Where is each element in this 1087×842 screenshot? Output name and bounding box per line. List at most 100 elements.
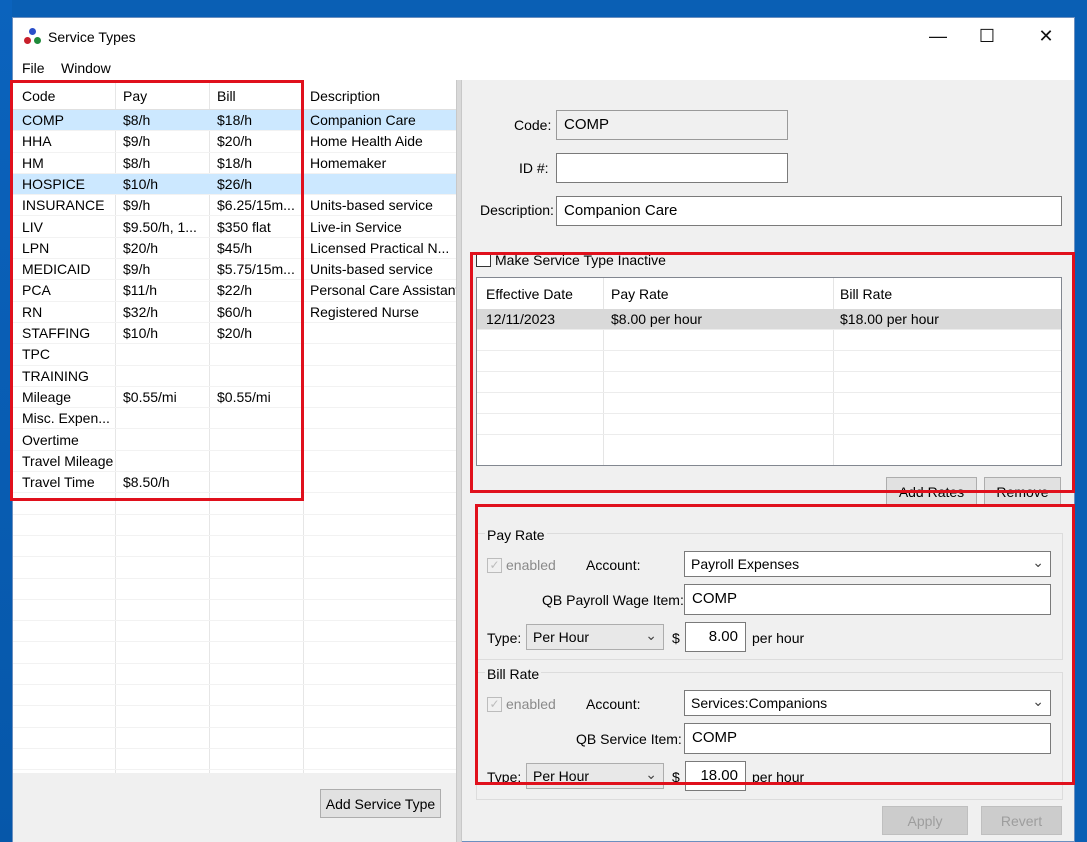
service-row-empty xyxy=(13,579,456,600)
code-field[interactable]: COMP xyxy=(556,110,788,140)
pay-currency-symbol: $ xyxy=(672,630,680,646)
service-row[interactable]: Travel Time $8.50/h xyxy=(13,472,456,494)
service-row-empty xyxy=(13,685,456,707)
service-row[interactable]: HM $8/h $18/h Homemaker xyxy=(13,153,456,174)
pay-account-dropdown[interactable]: Payroll Expenses ⌄ xyxy=(684,551,1051,577)
service-types-grid[interactable]: Code Pay Bill Description COMP $8/h $18/h C… xyxy=(13,80,456,773)
service-row[interactable]: Mileage $0.55/mi $0.55/mi xyxy=(13,387,456,409)
remove-rate-button[interactable]: Remove xyxy=(984,477,1061,507)
pay-type-value: Per Hour xyxy=(533,629,590,645)
header-pay[interactable]: Pay xyxy=(123,88,147,104)
bill-account-value: Services:Companions xyxy=(691,695,828,711)
id-field[interactable] xyxy=(556,153,788,183)
service-code: RN xyxy=(22,303,43,320)
chevron-down-icon: ⌄ xyxy=(1032,693,1044,709)
maximize-button[interactable]: ☐ xyxy=(964,18,1010,54)
service-pay: $9.50/h, 1... xyxy=(123,218,197,235)
service-row[interactable]: LIV $9.50/h, 1... $350 flat Live-in Service xyxy=(13,217,456,238)
header-pay-rate[interactable]: Pay Rate xyxy=(611,286,669,302)
service-row[interactable]: MEDICAID $9/h $5.75/15m... Units-based serv… xyxy=(13,259,456,281)
rate-row-empty xyxy=(477,414,1061,435)
service-bill: $60/h xyxy=(217,303,253,320)
add-rates-button[interactable]: Add Rates xyxy=(886,477,977,507)
service-pay: $9/h xyxy=(123,261,151,278)
app-icon xyxy=(24,28,42,46)
window-title: Service Types xyxy=(48,29,136,45)
service-bill: $26/h xyxy=(217,175,253,192)
service-row[interactable]: Travel Mileage xyxy=(13,451,456,473)
apply-button[interactable]: Apply xyxy=(882,806,968,835)
pay-type-dropdown[interactable]: Per Hour ⌄ xyxy=(526,624,664,650)
description-label: Description: xyxy=(480,202,554,218)
add-service-type-button[interactable]: Add Service Type xyxy=(320,789,441,818)
service-pay: $20/h xyxy=(123,239,159,256)
header-code[interactable]: Code xyxy=(22,88,55,104)
menu-bar: File Window xyxy=(13,56,1074,80)
service-row-empty xyxy=(13,621,456,643)
service-row[interactable]: PCA $11/h $22/h Personal Care Assistant xyxy=(13,280,456,302)
service-row[interactable]: Overtime xyxy=(13,430,456,451)
service-description: Personal Care Assistant xyxy=(310,282,456,299)
service-row[interactable]: LPN $20/h $45/h Licensed Practical N... xyxy=(13,238,456,260)
revert-button[interactable]: Revert xyxy=(981,806,1062,835)
title-bar[interactable]: Service Types — ☐ ✕ xyxy=(13,18,1074,56)
pay-enabled-checkbox[interactable]: ✓ xyxy=(487,558,502,573)
bill-currency-symbol: $ xyxy=(672,769,680,785)
header-bill-rate[interactable]: Bill Rate xyxy=(840,286,892,302)
service-pay: $8.50/h xyxy=(123,474,170,491)
service-row-empty xyxy=(13,557,456,579)
service-pay: $0.55/mi xyxy=(123,388,177,405)
inactive-checkbox[interactable] xyxy=(476,252,491,267)
menu-file[interactable]: File xyxy=(22,60,45,76)
description-field[interactable]: Companion Care xyxy=(556,196,1062,226)
service-row[interactable]: TPC xyxy=(13,344,456,366)
bill-enabled-checkbox[interactable]: ✓ xyxy=(487,697,502,712)
service-types-window: Service Types — ☐ ✕ File Window Code Pay… xyxy=(10,17,1075,842)
service-bill: $18/h xyxy=(217,112,253,128)
rate-row-empty xyxy=(477,372,1061,393)
service-bill: $20/h xyxy=(217,133,253,150)
pay-unit-label: per hour xyxy=(752,630,805,646)
service-row[interactable]: HOSPICE $10/h $26/h xyxy=(13,173,456,196)
pay-enabled-label: enabled xyxy=(506,557,556,573)
header-effective-date[interactable]: Effective Date xyxy=(486,286,573,302)
close-button[interactable]: ✕ xyxy=(1023,18,1069,54)
rate-row-empty xyxy=(477,393,1061,414)
service-bill: $350 flat xyxy=(217,218,271,235)
pay-item-field[interactable]: COMP xyxy=(684,584,1051,615)
menu-window[interactable]: Window xyxy=(61,60,111,76)
bill-item-field[interactable]: COMP xyxy=(684,723,1051,754)
service-row[interactable]: HHA $9/h $20/h Home Health Aide xyxy=(13,131,456,153)
service-row[interactable]: INSURANCE $9/h $6.25/15m... Units-based ser… xyxy=(13,195,456,217)
bill-type-value: Per Hour xyxy=(533,768,590,784)
rate-row[interactable]: 12/11/2023 $8.00 per hour $18.00 per hou… xyxy=(477,309,1061,330)
bill-type-dropdown[interactable]: Per Hour ⌄ xyxy=(526,763,664,789)
service-code: LPN xyxy=(22,239,50,256)
code-label: Code: xyxy=(514,117,552,133)
header-description[interactable]: Description xyxy=(310,88,380,104)
bill-amount-field[interactable]: 18.00 xyxy=(685,761,746,791)
service-row[interactable]: RN $32/h $60/h Registered Nurse xyxy=(13,302,456,323)
service-bill: $22/h xyxy=(217,282,253,299)
service-description: Licensed Practical N... xyxy=(310,239,450,256)
rate-row-empty xyxy=(477,351,1061,372)
service-code: TRAINING xyxy=(22,367,89,384)
service-pay: $9/h xyxy=(123,197,151,214)
chevron-down-icon: ⌄ xyxy=(645,766,657,782)
service-code: COMP xyxy=(22,112,64,128)
service-row[interactable]: Misc. Expen... xyxy=(13,408,456,430)
service-row-empty xyxy=(13,664,456,686)
service-row[interactable]: STAFFING $10/h $20/h xyxy=(13,323,456,345)
bill-account-dropdown[interactable]: Services:Companions ⌄ xyxy=(684,690,1051,716)
service-row[interactable]: TRAINING xyxy=(13,366,456,387)
rates-list[interactable]: Effective Date Pay Rate Bill Rate 12/11/… xyxy=(476,277,1062,466)
minimize-button[interactable]: — xyxy=(915,18,961,54)
header-bill[interactable]: Bill xyxy=(217,88,236,104)
service-pay: $10/h xyxy=(123,325,159,341)
service-code: TPC xyxy=(22,346,50,363)
inactive-label[interactable]: Make Service Type Inactive xyxy=(495,252,666,268)
service-row[interactable]: COMP $8/h $18/h Companion Care xyxy=(13,110,456,132)
service-code: HHA xyxy=(22,133,52,150)
pay-amount-field[interactable]: 8.00 xyxy=(685,622,746,652)
service-pay: $8/h xyxy=(123,154,151,171)
